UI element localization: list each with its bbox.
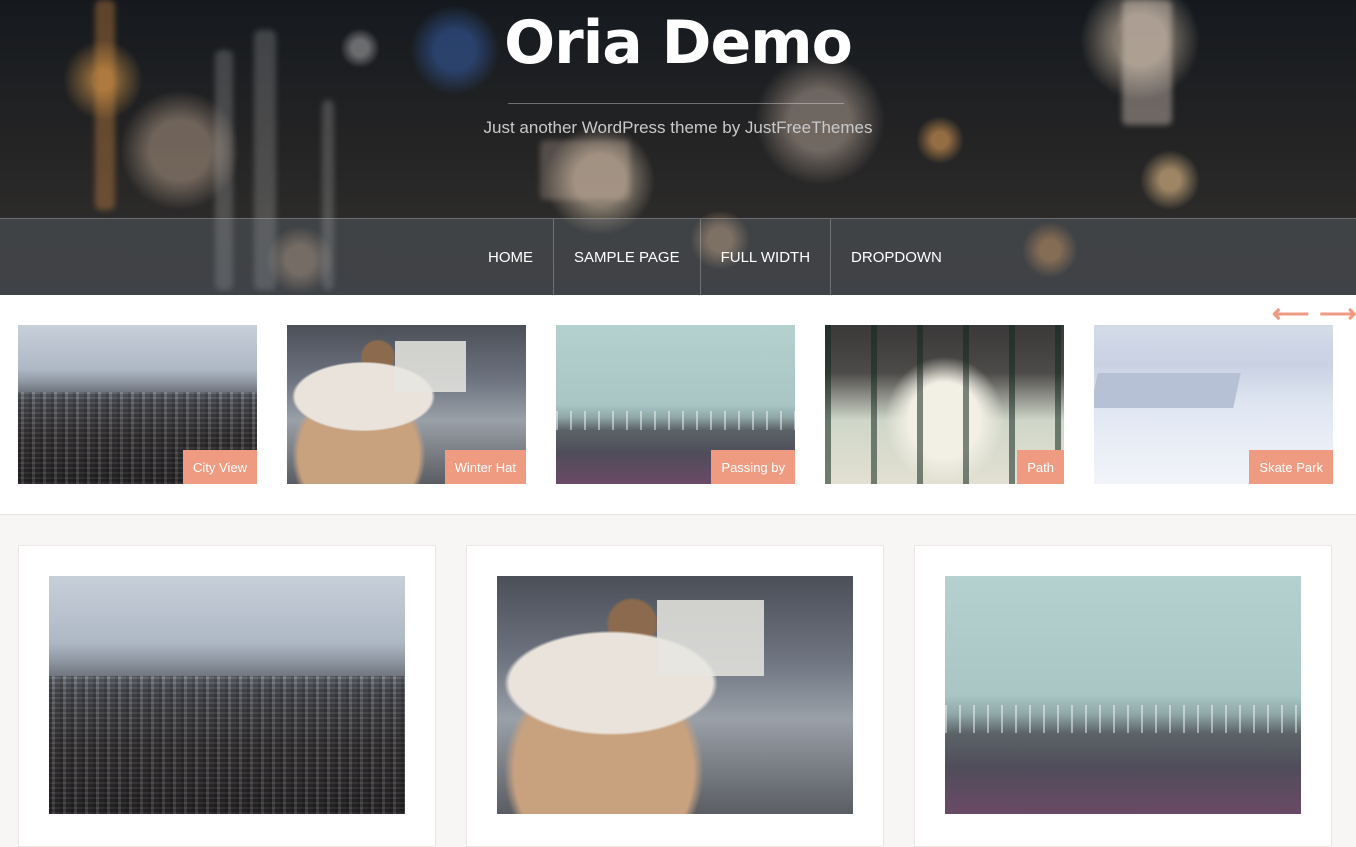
carousel-slide[interactable]: Winter Hat	[287, 325, 526, 484]
carousel-slide[interactable]: Skate Park	[1094, 325, 1333, 484]
carousel-slide[interactable]: Passing by	[556, 325, 795, 484]
carousel-slide[interactable]: Path	[825, 325, 1064, 484]
arrow-right-icon[interactable]: ⟶	[1319, 300, 1356, 326]
carousel-slide[interactable]: City View	[18, 325, 257, 484]
slide-label[interactable]: Winter Hat	[444, 450, 526, 484]
slide-label[interactable]: Skate Park	[1249, 450, 1333, 484]
arrow-left-icon[interactable]: ⟵	[1272, 300, 1309, 326]
main-navigation: HOME SAMPLE PAGE FULL WIDTH DROPDOWN	[0, 218, 1356, 295]
title-divider	[508, 103, 844, 104]
post-image	[497, 576, 853, 814]
slide-label[interactable]: Passing by	[711, 450, 795, 484]
slide-label[interactable]: City View	[183, 450, 257, 484]
site-header: Oria Demo Just another WordPress theme b…	[0, 0, 1356, 295]
nav-item-full-width[interactable]: FULL WIDTH	[699, 219, 830, 295]
nav-item-dropdown[interactable]: DROPDOWN	[830, 219, 962, 295]
post-thumbnail[interactable]	[497, 576, 853, 814]
post-card	[914, 545, 1332, 847]
post-image	[945, 576, 1301, 814]
post-image	[49, 576, 405, 814]
featured-carousel: ⟵ ⟶ City View Winter Hat Passing by Path…	[0, 295, 1356, 515]
site-title[interactable]: Oria Demo	[0, 4, 1356, 82]
bokeh-light	[540, 140, 630, 200]
post-card	[466, 545, 884, 847]
slide-label[interactable]: Path	[1017, 450, 1064, 484]
nav-item-sample-page[interactable]: SAMPLE PAGE	[553, 219, 700, 295]
post-thumbnail[interactable]	[945, 576, 1301, 814]
post-thumbnail[interactable]	[49, 576, 405, 814]
nav-item-home[interactable]: HOME	[468, 219, 553, 295]
site-tagline: Just another WordPress theme by JustFree…	[483, 118, 873, 137]
post-card	[18, 545, 436, 847]
carousel-controls: ⟵ ⟶	[1272, 300, 1356, 326]
nav-menu: HOME SAMPLE PAGE FULL WIDTH DROPDOWN	[468, 219, 962, 295]
